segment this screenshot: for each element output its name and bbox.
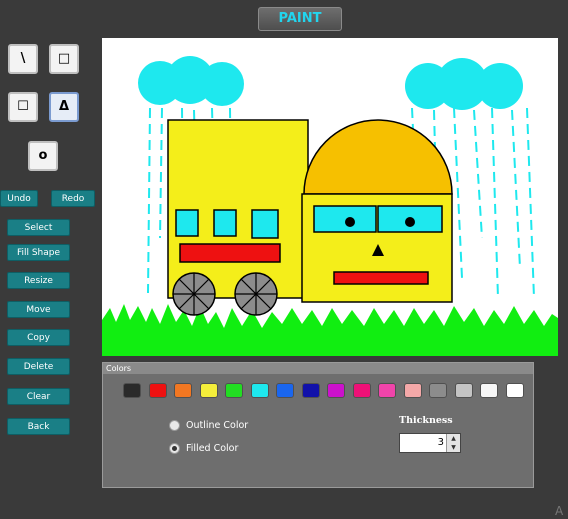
corner-glyph: A [555, 504, 564, 518]
color-swatch-5[interactable] [225, 383, 243, 398]
color-swatch-6[interactable] [250, 383, 269, 398]
back-button[interactable]: Back [7, 418, 70, 435]
colors-panel-title: Colors [103, 363, 533, 374]
undo-button[interactable]: Undo [0, 190, 38, 207]
color-swatch-7[interactable] [276, 383, 294, 398]
circle-tool-button[interactable]: o [28, 141, 58, 171]
spin-down-icon[interactable]: ▼ [447, 443, 460, 452]
thickness-spinner[interactable]: 3 ▲ ▼ [399, 433, 461, 453]
thickness-label: Thickness [399, 415, 453, 426]
line-tool-button[interactable]: \ [8, 44, 38, 74]
colors-panel: Colors Outline Color Filled Color Thickn… [102, 362, 534, 488]
filled-color-option[interactable]: Filled Color [169, 441, 238, 455]
copy-button[interactable]: Copy [7, 329, 70, 346]
canvas-drawing [102, 56, 558, 356]
fill-shape-button[interactable]: Fill Shape [7, 244, 70, 261]
outline-color-option[interactable]: Outline Color [169, 418, 248, 432]
color-swatch-13[interactable] [429, 383, 447, 398]
triangle-tool-button[interactable]: Δ [49, 92, 79, 122]
spin-up-icon[interactable]: ▲ [447, 434, 460, 443]
color-swatch-9[interactable] [327, 383, 345, 398]
drawing-canvas[interactable] [102, 38, 558, 356]
delete-button[interactable]: Delete [7, 358, 70, 375]
move-button[interactable]: Move [7, 301, 70, 318]
color-swatch-12[interactable] [403, 383, 422, 398]
thickness-value[interactable]: 3 [438, 434, 444, 452]
spinner-arrows[interactable]: ▲ ▼ [446, 434, 460, 452]
resize-button[interactable]: Resize [7, 272, 70, 289]
outline-color-radio[interactable] [169, 419, 180, 431]
clear-button[interactable]: Clear [7, 388, 70, 405]
filled-color-radio[interactable] [169, 442, 180, 454]
color-swatch-1[interactable] [123, 383, 141, 398]
outline-color-label: Outline Color [186, 419, 249, 431]
redo-button[interactable]: Redo [51, 190, 95, 207]
color-swatch-8[interactable] [301, 383, 320, 398]
color-swatch-10[interactable] [352, 383, 371, 398]
app-title: PAINT [258, 7, 342, 31]
color-swatch-16[interactable] [505, 383, 524, 398]
rectangle-tool-button[interactable]: ☐ [8, 92, 38, 122]
color-swatch-4[interactable] [199, 383, 218, 398]
filled-color-label: Filled Color [186, 442, 239, 454]
select-button[interactable]: Select [7, 219, 70, 236]
color-swatch-2[interactable] [148, 383, 167, 398]
color-swatch-11[interactable] [378, 383, 396, 398]
color-swatch-14[interactable] [454, 383, 473, 398]
color-swatch-3[interactable] [174, 383, 192, 398]
color-swatch-15[interactable] [480, 383, 498, 398]
square-tool-button[interactable]: □ [49, 44, 79, 74]
